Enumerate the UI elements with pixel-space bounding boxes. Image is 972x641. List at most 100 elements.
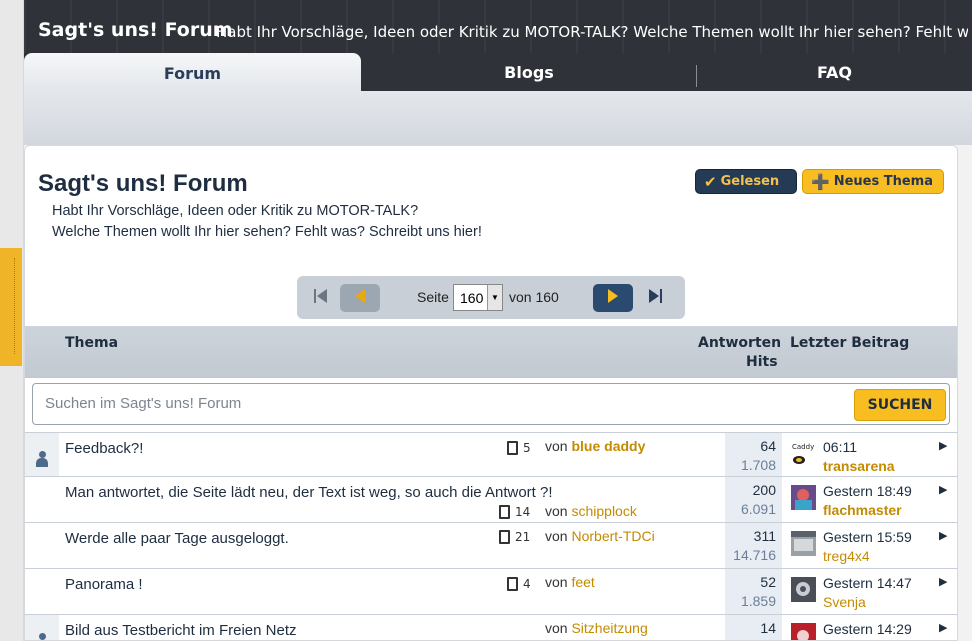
chevron-right-icon[interactable]: ▶ [939, 439, 947, 452]
answer-count: 14 [760, 620, 776, 636]
avatar[interactable] [791, 623, 816, 640]
topic-row[interactable]: Werde alle paar Tage ausgeloggt. 21 von … [25, 522, 957, 568]
tab-forum-label: Forum [163, 63, 222, 83]
header-forum-title[interactable]: Sagt's uns! Forum [38, 19, 233, 41]
search-button[interactable]: SUCHEN [854, 389, 946, 421]
person-icon [36, 451, 48, 467]
answer-count: 200 [752, 482, 776, 498]
last-post-time: Gestern 15:59 [823, 529, 912, 545]
chevron-right-icon[interactable]: ▶ [939, 483, 947, 496]
tab-faq-label: FAQ [816, 62, 853, 82]
topic-title[interactable]: Man antwortet, die Seite lädt neu, der T… [65, 484, 553, 501]
topic-row[interactable]: Bild aus Testbericht im Freien Netz von … [25, 614, 957, 640]
forum-description-line2: Welche Themen wollt Ihr hier sehen? Fehl… [52, 224, 482, 240]
answer-count: 64 [760, 438, 776, 454]
avatar[interactable] [791, 485, 816, 510]
last-page-button[interactable] [635, 284, 675, 312]
author-link[interactable]: blue daddy [571, 438, 645, 454]
von-label: von [545, 574, 568, 590]
page-title: Sagt's uns! Forum [38, 170, 248, 197]
topic-page-count: 4 [523, 577, 531, 591]
topic-pages[interactable]: 21 [499, 530, 530, 544]
author-link[interactable]: feet [571, 574, 594, 590]
topic-pages[interactable]: 4 [507, 577, 531, 591]
hit-count: 1.859 [740, 593, 776, 609]
header-forum-description: Habt Ihr Vorschläge, Ideen oder Kritik z… [216, 23, 968, 41]
subheader-band [24, 91, 972, 145]
next-page-button[interactable] [593, 284, 633, 312]
tab-faq[interactable]: FAQ [697, 53, 972, 91]
column-hits[interactable]: Hits [746, 354, 778, 370]
mark-read-button[interactable]: ✔ Gelesen [695, 169, 797, 194]
side-tab-divider [14, 258, 18, 354]
new-topic-label: Neues Thema [833, 174, 933, 189]
column-thema[interactable]: Thema [65, 335, 118, 351]
topic-title[interactable]: Bild aus Testbericht im Freien Netz [65, 622, 296, 639]
avatar[interactable]: Caddy [791, 441, 816, 466]
last-post-user[interactable]: treg4x4 [823, 548, 870, 564]
search-button-label: SUCHEN [867, 397, 933, 413]
last-post-time: Gestern 18:49 [823, 483, 912, 499]
tab-bar: Forum Blogs FAQ [24, 53, 972, 93]
last-post-user[interactable]: transarena [823, 458, 895, 474]
first-page-icon [314, 288, 328, 308]
chevron-right-icon[interactable]: ▶ [939, 529, 947, 542]
new-topic-button[interactable]: ➕ Neues Thema [802, 169, 944, 194]
topic-author: von Sitzheitzung [545, 620, 648, 636]
svg-text:Caddy: Caddy [792, 443, 814, 451]
topic-status-cell [25, 615, 59, 640]
topic-title[interactable]: Werde alle paar Tage ausgeloggt. [65, 530, 289, 547]
last-post-user[interactable]: flachmaster [823, 502, 902, 518]
answer-count: 52 [760, 574, 776, 590]
topic-page-count: 5 [523, 441, 531, 455]
left-side-strip [0, 0, 24, 641]
topic-status-cell [25, 433, 59, 476]
prev-page-button[interactable] [340, 284, 380, 312]
last-post-user[interactable]: Svenja [823, 594, 866, 610]
topic-row[interactable]: Feedback?! 5 von blue daddy 64 1.708 Cad… [25, 432, 957, 476]
dropdown-arrow-icon: ▼ [487, 285, 502, 310]
chevron-right-icon[interactable]: ▶ [939, 575, 947, 588]
page-select-value: 160 [460, 289, 484, 306]
last-post-time: 06:11 [823, 439, 857, 455]
author-link[interactable]: Norbert-TDCi [571, 528, 654, 544]
topic-status-cell [25, 477, 59, 522]
von-label: von [545, 620, 568, 636]
von-label: von [545, 438, 568, 454]
topic-page-count: 21 [515, 530, 531, 544]
topic-stats: 64 1.708 [725, 433, 782, 476]
side-feedback-tab[interactable] [0, 248, 22, 366]
checkmark-icon: ✔ [704, 172, 717, 191]
topic-row[interactable]: Panorama ! 4 von feet 52 1.859 Gestern 1… [25, 568, 957, 614]
avatar[interactable] [791, 531, 816, 556]
hit-count: 1.708 [740, 457, 776, 473]
column-antworten[interactable]: Antworten [698, 335, 781, 351]
new-topic-icon: ➕ [811, 172, 830, 191]
author-link[interactable]: schipplock [571, 503, 636, 519]
column-letzter-beitrag[interactable]: Letzter Beitrag [790, 335, 909, 351]
topic-stats: 200 6.091 [725, 477, 782, 522]
forum-description-line1: Habt Ihr Vorschläge, Ideen oder Kritik z… [52, 203, 419, 219]
forum-panel: Sagt's uns! Forum Habt Ihr Vorschläge, I… [24, 145, 958, 641]
first-page-button[interactable] [301, 284, 341, 312]
topic-author: von Norbert-TDCi [545, 528, 655, 544]
tab-blogs-label: Blogs [504, 62, 554, 82]
page-select[interactable]: 160 ▼ [453, 284, 503, 311]
pagination: Seite 160 ▼ von 160 [297, 276, 685, 319]
tab-blogs[interactable]: Blogs [361, 53, 697, 91]
von-label: von [545, 528, 568, 544]
pages-icon [499, 530, 510, 544]
avatar[interactable] [791, 577, 816, 602]
topic-pages[interactable]: 14 [499, 505, 530, 519]
search-input[interactable] [45, 395, 825, 412]
topic-stats: 311 14.716 [725, 523, 782, 568]
chevron-right-icon[interactable]: ▶ [939, 621, 947, 634]
topic-title[interactable]: Feedback?! [65, 440, 143, 457]
topic-status-cell [25, 569, 59, 614]
topic-pages[interactable]: 5 [507, 441, 531, 455]
topic-title[interactable]: Panorama ! [65, 576, 143, 593]
tab-forum[interactable]: Forum [24, 53, 361, 93]
topic-row[interactable]: Man antwortet, die Seite lädt neu, der T… [25, 476, 957, 522]
answer-count: 311 [753, 528, 776, 544]
author-link[interactable]: Sitzheitzung [571, 620, 647, 636]
